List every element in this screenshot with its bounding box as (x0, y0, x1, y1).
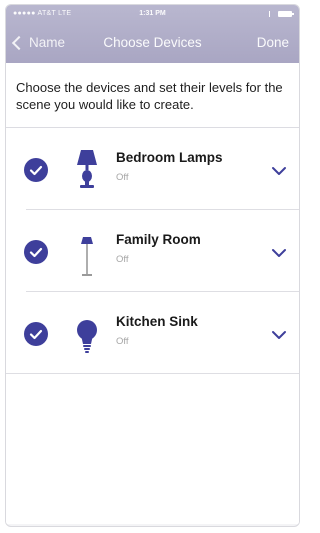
top-bar: ●●●●● AT&T LTE 1:31 PM Name Choose Devic… (6, 5, 299, 63)
device-state: Off (116, 254, 129, 265)
carrier-label: ●●●●● AT&T LTE (13, 10, 72, 17)
device-row-bedroom-lamps[interactable]: Bedroom Lamps Off (6, 128, 299, 210)
floor-lamp-icon (70, 222, 104, 282)
empty-space (6, 374, 299, 524)
status-time: 1:31 PM (139, 10, 166, 17)
device-name: Kitchen Sink (116, 314, 198, 329)
device-name: Family Room (116, 232, 201, 247)
light-bulb-icon (70, 304, 104, 364)
page-title: Choose Devices (103, 35, 202, 50)
chevron-down-icon[interactable] (271, 328, 287, 340)
device-name: Bedroom Lamps (116, 150, 223, 165)
chevron-down-icon[interactable] (271, 164, 287, 176)
battery-icon (274, 11, 294, 17)
device-state: Off (116, 172, 129, 183)
device-state: Off (116, 336, 129, 347)
done-button[interactable]: Done (257, 35, 289, 50)
status-bar: ●●●●● AT&T LTE 1:31 PM (6, 5, 299, 23)
bluetooth-icon (265, 11, 270, 17)
divider (6, 373, 299, 374)
checkmark-icon[interactable] (24, 322, 48, 346)
chevron-down-icon[interactable] (271, 246, 287, 258)
checkmark-icon[interactable] (24, 158, 48, 182)
phone-screen: ●●●●● AT&T LTE 1:31 PM Name Choose Devic… (5, 4, 300, 527)
device-row-family-room[interactable]: Family Room Off (6, 210, 299, 292)
content: Choose the devices and set their levels … (6, 63, 299, 524)
device-row-kitchen-sink[interactable]: Kitchen Sink Off (6, 292, 299, 374)
table-lamp-icon (70, 140, 104, 200)
checkmark-icon[interactable] (24, 240, 48, 264)
instructions-text: Choose the devices and set their levels … (6, 63, 299, 128)
navigation-bar: Name Choose Devices Done (6, 23, 299, 63)
